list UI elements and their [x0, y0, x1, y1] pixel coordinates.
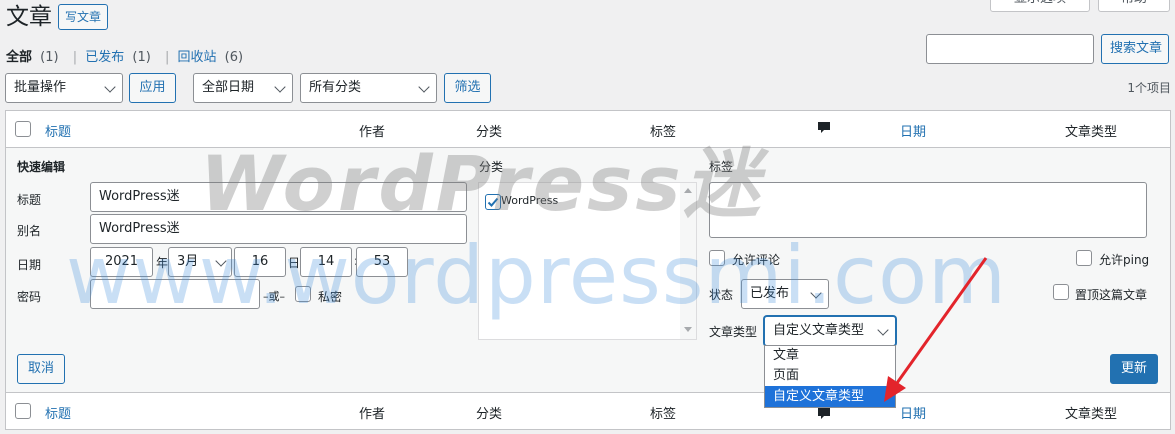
column-post-type-bottom: 文章类型 — [1065, 407, 1118, 422]
allow-ping-checkbox[interactable] — [1076, 250, 1092, 266]
status-label: 状态 — [709, 288, 734, 302]
chevron-down-icon — [810, 287, 822, 299]
category-filter-value: 所有分类 — [309, 80, 362, 95]
post-type-value: 自定义文章类型 — [773, 323, 865, 338]
screen-options-button[interactable]: 显示选项 — [990, 0, 1090, 12]
sticky-checkbox[interactable] — [1053, 284, 1069, 300]
search-input[interactable] — [926, 34, 1094, 64]
search-posts-button[interactable]: 搜索文章 — [1101, 34, 1169, 64]
categories-label: 分类 — [479, 160, 504, 174]
month-value: 3月 — [177, 254, 199, 269]
password-label: 密码 — [17, 290, 42, 304]
private-checkbox[interactable] — [295, 286, 311, 302]
scroll-down-icon[interactable] — [684, 327, 692, 332]
title-field[interactable]: WordPress迷 — [90, 182, 467, 212]
filter-button[interactable]: 筛选 — [444, 73, 491, 103]
minute-field[interactable]: 53 — [356, 247, 408, 277]
table-header — [5, 110, 1171, 148]
status-value: 已发布 — [750, 286, 790, 301]
password-field[interactable] — [90, 279, 260, 309]
add-new-post-button[interactable]: 写文章 — [58, 4, 109, 30]
column-author-bottom: 作者 — [359, 407, 386, 422]
post-type-label: 文章类型 — [709, 325, 758, 339]
category-wordpress-label: WordPress — [501, 194, 559, 207]
date-filter-value: 全部日期 — [202, 80, 255, 95]
select-all-checkbox[interactable] — [15, 121, 31, 137]
check-icon — [487, 197, 499, 207]
column-title[interactable]: 标题 — [45, 121, 71, 140]
filter-all[interactable]: 全部 — [6, 50, 32, 65]
comment-icon — [818, 408, 830, 419]
hour-field[interactable]: 14 — [300, 247, 352, 277]
column-author: 作者 — [359, 125, 386, 140]
filter-all-count: (1) — [40, 50, 59, 65]
date-filter-select[interactable]: 全部日期 — [193, 73, 293, 103]
day-field[interactable]: 16 — [234, 247, 286, 277]
chevron-down-icon — [274, 81, 286, 93]
bulk-action-select[interactable]: 批量操作 — [5, 73, 123, 103]
scroll-up-icon[interactable] — [684, 188, 692, 193]
date-label: 日期 — [17, 258, 42, 272]
chevron-down-icon — [215, 255, 227, 267]
month-select[interactable]: 3月 — [168, 247, 232, 277]
category-filter-select[interactable]: 所有分类 — [300, 73, 437, 103]
chevron-down-icon — [104, 81, 116, 93]
category-checkbox-wordpress[interactable] — [485, 194, 501, 210]
update-button[interactable]: 更新 — [1110, 354, 1158, 384]
slug-label: 别名 — [17, 224, 42, 238]
column-date[interactable]: 日期 — [900, 121, 926, 140]
select-all-checkbox-bottom[interactable] — [15, 403, 31, 419]
arrow-annotation — [884, 257, 988, 402]
column-post-type: 文章类型 — [1065, 125, 1118, 140]
slug-field[interactable]: WordPress迷 — [90, 214, 467, 244]
filter-trash[interactable]: 回收站 — [178, 50, 217, 65]
filter-published-count: (1) — [132, 50, 151, 65]
allow-comments-checkbox[interactable] — [709, 250, 725, 266]
quick-edit-heading: 快速编辑 — [17, 160, 66, 174]
page-title: 文章 — [6, 4, 52, 30]
item-count: 1个项目 — [1127, 81, 1171, 95]
column-category: 分类 — [476, 125, 503, 140]
allow-comments-label: 允许评论 — [732, 253, 781, 267]
title-label: 标题 — [17, 193, 42, 207]
help-button[interactable]: 帮助 — [1098, 0, 1170, 12]
sticky-label: 置顶这篇文章 — [1075, 288, 1148, 302]
tags-label: 标签 — [709, 160, 734, 174]
filter-published[interactable]: 已发布 — [85, 50, 124, 65]
column-tags-bottom: 标签 — [650, 407, 677, 422]
or-label: –或– — [263, 290, 285, 303]
day-unit: 日 — [288, 256, 301, 270]
tags-textarea[interactable] — [709, 182, 1147, 238]
year-field[interactable]: 2021 — [90, 247, 153, 277]
filter-trash-count: (6) — [224, 50, 244, 65]
status-filters: 全部 (1) | 已发布 (1) | 回收站 (6) — [6, 46, 243, 65]
year-unit: 年 — [156, 256, 169, 270]
categories-scrollbar[interactable] — [680, 183, 696, 339]
filter-separator: | — [72, 50, 78, 65]
column-category-bottom: 分类 — [476, 407, 503, 422]
bulk-action-value: 批量操作 — [14, 80, 67, 95]
filter-separator: | — [164, 50, 170, 65]
chevron-down-icon — [418, 81, 430, 93]
column-title-bottom[interactable]: 标题 — [45, 403, 71, 422]
cancel-button[interactable]: 取消 — [17, 354, 65, 384]
status-select[interactable]: 已发布 — [741, 279, 829, 309]
apply-button[interactable]: 应用 — [129, 73, 176, 103]
allow-ping-label: 允许ping — [1099, 253, 1150, 267]
column-tags: 标签 — [650, 125, 677, 140]
private-label: 私密 — [318, 290, 343, 304]
comment-icon — [818, 122, 830, 133]
